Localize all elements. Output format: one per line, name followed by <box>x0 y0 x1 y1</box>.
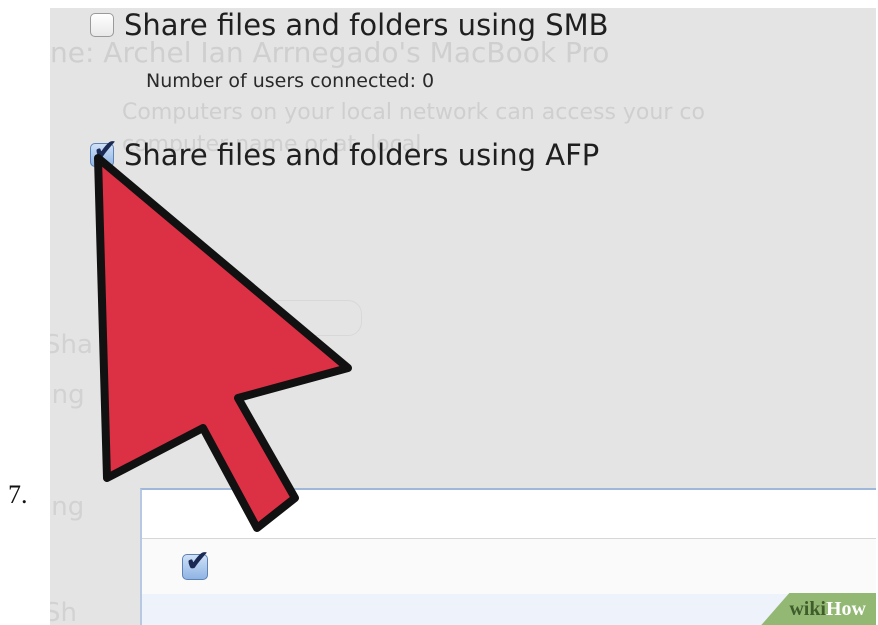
step-number: 7. <box>8 480 28 509</box>
arrow-cursor-icon <box>94 154 352 532</box>
screenshot-panel: ne: Archel Ian Arrnegado's MacBook Pro C… <box>50 8 876 625</box>
